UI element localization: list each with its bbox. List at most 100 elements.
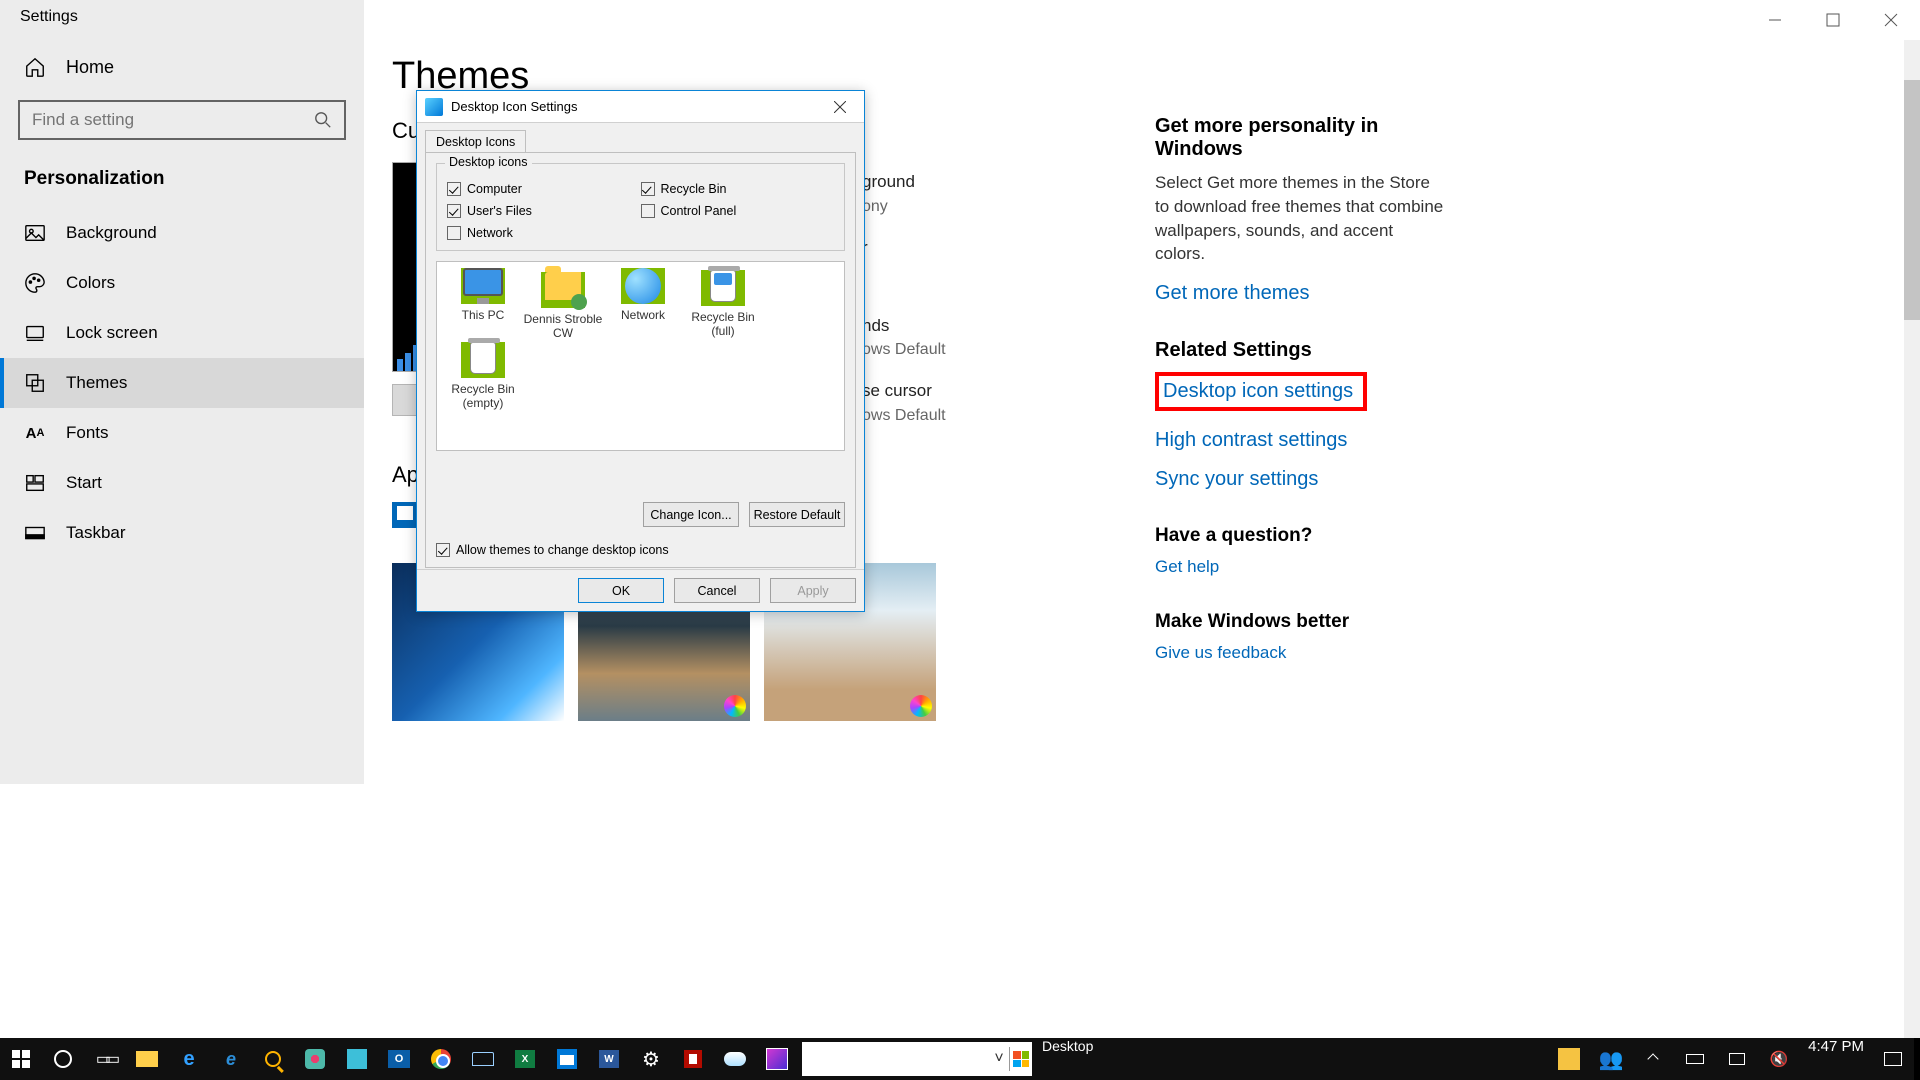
tray-display[interactable]: [1716, 1038, 1758, 1080]
store-icon[interactable]: [392, 502, 418, 528]
info-more-body: Select Get more themes in the Store to d…: [1155, 171, 1445, 266]
checkbox-control-panel[interactable]: Control Panel: [641, 204, 835, 218]
cloud-icon: [724, 1052, 746, 1066]
sidebar-item-taskbar[interactable]: Taskbar: [0, 508, 364, 558]
sidebar-item-fonts[interactable]: AA Fonts: [0, 408, 364, 458]
link-get-more-themes[interactable]: Get more themes: [1155, 282, 1445, 305]
tab-desktop-icons[interactable]: Desktop Icons: [425, 130, 526, 153]
prop-color-label: r: [862, 236, 946, 261]
dialog-titlebar[interactable]: Desktop Icon Settings: [417, 91, 864, 123]
link-high-contrast[interactable]: High contrast settings: [1155, 429, 1445, 452]
taskbar-icon: [24, 522, 46, 544]
ie-icon: e: [226, 1049, 236, 1070]
checkbox-network[interactable]: Network: [447, 226, 641, 240]
link-desktop-icon-settings[interactable]: Desktop icon settings: [1163, 380, 1353, 403]
app-title: Settings: [0, 0, 364, 42]
tray-note-icon[interactable]: [1548, 1038, 1590, 1080]
cortana-button[interactable]: [42, 1038, 84, 1080]
chevron-down-icon[interactable]: ˅: [989, 1050, 1009, 1068]
taskbar-settings[interactable]: ⚙: [630, 1038, 672, 1080]
chrome-icon: [431, 1049, 451, 1069]
address-toolbar[interactable]: ˅: [802, 1042, 1032, 1076]
tray-battery[interactable]: [1674, 1038, 1716, 1080]
question-heading: Have a question?: [1155, 525, 1445, 547]
paint-icon: [766, 1048, 788, 1070]
sidebar-item-colors[interactable]: Colors: [0, 258, 364, 308]
start-button[interactable]: [0, 1038, 42, 1080]
taskbar-word[interactable]: W: [588, 1038, 630, 1080]
link-sync-settings[interactable]: Sync your settings: [1155, 468, 1445, 491]
recycle-bin-empty-icon: [461, 342, 505, 378]
apply-button[interactable]: Apply: [770, 578, 856, 603]
search-input[interactable]: [18, 100, 346, 140]
checkbox-icon: [447, 204, 461, 218]
icon-recycle-empty[interactable]: Recycle Bin (empty): [443, 340, 523, 410]
scrollbar-thumb[interactable]: [1904, 80, 1920, 320]
close-button[interactable]: [1862, 0, 1920, 40]
link-get-help[interactable]: Get help: [1155, 557, 1445, 577]
icon-this-pc[interactable]: This PC: [443, 268, 523, 340]
sidebar-item-background[interactable]: Background: [0, 208, 364, 258]
sidebar-item-lockscreen[interactable]: Lock screen: [0, 308, 364, 358]
minimize-button[interactable]: [1746, 0, 1804, 40]
sidebar-item-home[interactable]: Home: [0, 42, 364, 92]
taskbar-paint3d[interactable]: [756, 1038, 798, 1080]
window-controls: [1746, 0, 1920, 40]
change-icon-button[interactable]: Change Icon...: [643, 502, 739, 527]
sidebar-item-start[interactable]: Start: [0, 458, 364, 508]
checkbox-label: Recycle Bin: [661, 182, 727, 196]
taskbar-chrome[interactable]: [420, 1038, 462, 1080]
checkbox-allow-themes[interactable]: Allow themes to change desktop icons: [436, 543, 669, 557]
group-legend: Desktop icons: [445, 155, 532, 169]
icon-user-files[interactable]: Dennis Stroble CW: [523, 268, 603, 340]
taskbar-excel[interactable]: X: [504, 1038, 546, 1080]
checkbox-computer[interactable]: Computer: [447, 182, 641, 196]
sidebar-item-themes[interactable]: Themes: [0, 358, 364, 408]
taskbar-ms-store[interactable]: [546, 1038, 588, 1080]
settings-info-column: Get more personality in Windows Select G…: [1155, 115, 1445, 679]
go-icon[interactable]: [1010, 1048, 1032, 1070]
people-button[interactable]: 👥: [1590, 1038, 1632, 1080]
palette-icon: [24, 272, 46, 294]
address-chevron-icon[interactable]: »: [1543, 1028, 1549, 1070]
taskbar-edge[interactable]: e: [168, 1038, 210, 1080]
tab-panel: Desktop icons Computer Recycle Bin User'…: [425, 152, 856, 568]
taskbar-app[interactable]: [294, 1038, 336, 1080]
action-center-button[interactable]: [1872, 1038, 1914, 1080]
taskbar-search[interactable]: [252, 1038, 294, 1080]
ok-button[interactable]: OK: [578, 578, 664, 603]
checkbox-recycle-bin[interactable]: Recycle Bin: [641, 182, 835, 196]
prop-cursor-label: se cursor: [862, 379, 946, 404]
taskbar-file-explorer[interactable]: [126, 1038, 168, 1080]
link-give-feedback[interactable]: Give us feedback: [1155, 643, 1445, 663]
store-icon: [347, 1049, 367, 1069]
word-icon: W: [599, 1050, 619, 1068]
icon-label: Network: [603, 308, 683, 322]
start-icon: [24, 472, 46, 494]
prop-background-label: ground: [862, 170, 946, 195]
tray-overflow[interactable]: [1632, 1038, 1674, 1080]
taskbar-acrobat[interactable]: [672, 1038, 714, 1080]
search-field[interactable]: [32, 110, 314, 130]
icon-recycle-full[interactable]: Recycle Bin (full): [683, 268, 763, 340]
task-view-button[interactable]: ▭▭: [84, 1038, 126, 1080]
icon-network[interactable]: Network: [603, 268, 683, 340]
taskbar-laptop-app[interactable]: [462, 1038, 504, 1080]
taskbar-ie[interactable]: e: [210, 1038, 252, 1080]
dialog-close-button[interactable]: [824, 91, 856, 122]
tray-volume[interactable]: 🔇: [1758, 1038, 1800, 1080]
taskbar-onedrive[interactable]: [714, 1038, 756, 1080]
taskbar-clock[interactable]: 4:47 PM: [1800, 1038, 1872, 1080]
scrollbar[interactable]: [1904, 40, 1920, 1038]
app-icon: [305, 1049, 325, 1069]
taskbar-store[interactable]: [336, 1038, 378, 1080]
taskbar-outlook[interactable]: O: [378, 1038, 420, 1080]
cancel-button[interactable]: Cancel: [674, 578, 760, 603]
restore-default-button[interactable]: Restore Default: [749, 502, 845, 527]
maximize-button[interactable]: [1804, 0, 1862, 40]
magnifier-icon: [265, 1051, 281, 1067]
ms-store-icon: [557, 1049, 577, 1069]
show-desktop-button[interactable]: [1914, 1038, 1920, 1080]
task-view-icon: ▭▭: [96, 1049, 114, 1069]
checkbox-users-files[interactable]: User's Files: [447, 204, 641, 218]
